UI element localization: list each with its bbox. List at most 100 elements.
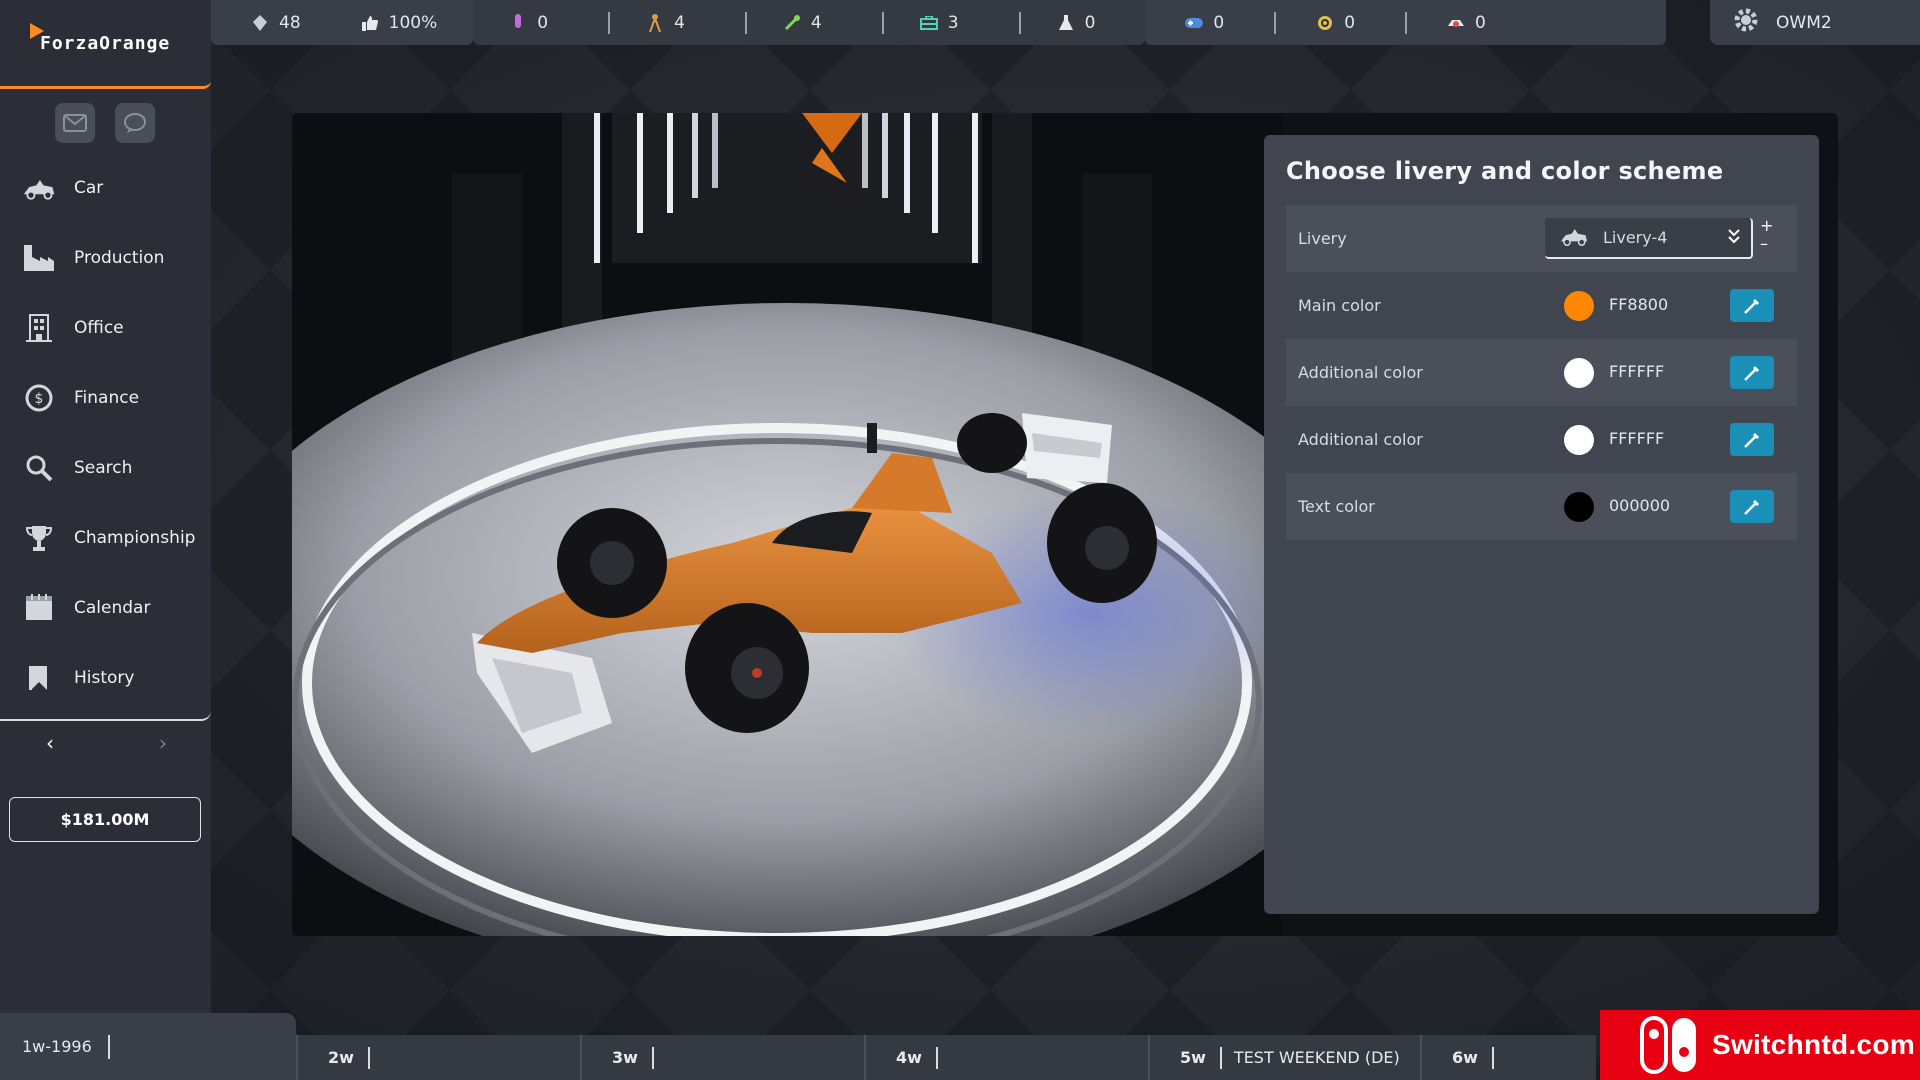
watermark: Switchntd.com [1600,1010,1920,1080]
stat-simulator[interactable]: 0 [1145,11,1277,34]
color-swatch[interactable] [1564,358,1594,388]
color-label: Additional color [1298,363,1423,382]
top-bar: 48 100% 0 4 4 3 0 0 0 0 OWM2 [211,0,1920,45]
trophy-icon [22,523,56,553]
timeline-week[interactable]: 3w [580,1035,864,1080]
sidebar-item-label: Championship [74,528,196,548]
gear-icon [1732,6,1760,39]
timeline-week[interactable]: 2w [296,1035,580,1080]
divider [1491,1046,1494,1069]
divider [367,1046,370,1069]
color-picker-button[interactable] [1730,289,1774,322]
color-swatch[interactable] [1564,291,1594,321]
timeline-week[interactable]: 6w [1420,1035,1596,1080]
week-label: 4w [896,1048,922,1067]
chat-button[interactable] [115,103,155,143]
showroom-scene [292,113,1282,936]
stat-group-reputation: 48 100% [211,0,474,45]
sidebar-item-office[interactable]: Office [0,293,211,363]
sidebar-item-history[interactable]: History [0,643,211,713]
livery-value: Livery-4 [1603,228,1668,247]
stat-value: 4 [674,12,685,33]
test-tube-icon [509,13,527,32]
stat-approval[interactable]: 100% [321,12,474,34]
building-icon [22,313,56,343]
sidebar-item-championship[interactable]: Championship [0,503,211,573]
watermark-text: Switchntd.com [1712,1029,1916,1060]
color-swatch[interactable] [1564,425,1594,455]
balance-display: $181.00M [9,797,201,842]
mail-button[interactable] [55,103,95,143]
envelope-icon [63,114,87,132]
chevron-left-icon[interactable]: ‹ [46,731,54,755]
dollar-coin-icon: $ [22,383,56,413]
diamond-icon [251,14,269,32]
timeline-week[interactable]: 5w TEST WEEKEND (DE) [1148,1035,1420,1080]
stat-value: 0 [537,12,549,33]
current-date[interactable]: 1w-1996 [0,1013,296,1080]
color-label: Text color [1298,497,1375,516]
stat-value: 4 [810,12,822,33]
color-row-additional-2: Additional color FFFFFF [1286,406,1797,473]
thumbs-up-icon [361,14,379,32]
stat-value: 100% [388,12,438,33]
timeline-week[interactable]: 4w [864,1035,1148,1080]
sidebar-item-label: History [74,668,135,688]
engineer-icon [646,13,664,32]
color-picker-button[interactable] [1730,490,1774,523]
stat-diamonds[interactable]: 48 [211,12,321,34]
stat-research[interactable]: 0 [473,11,611,34]
magnifier-icon [22,453,56,483]
stat-group-staff: 0 4 4 3 0 [473,0,1146,45]
sidebar-item-finance[interactable]: $ Finance [0,363,211,433]
week-label: 3w [612,1048,638,1067]
sidebar-item-car[interactable]: Car [0,153,211,223]
color-hex-value: FFFFFF [1609,429,1665,448]
flask-icon [1057,14,1075,32]
chevron-right-icon[interactable]: › [159,731,167,755]
divider [1219,1046,1222,1069]
current-week-label: 1w-1996 [22,1037,92,1056]
logo-text: ForzaOrange [29,22,170,54]
sidebar-item-search[interactable]: Search [0,433,211,503]
logo: ForzaOrange [0,0,211,89]
eyedropper-icon [1744,365,1759,381]
color-picker-button[interactable] [1730,356,1774,389]
chevron-down-icon [1727,227,1741,249]
stat-mechanics[interactable]: 4 [747,11,884,34]
sidebar-item-production[interactable]: Production [0,223,211,293]
bookmark-icon [22,663,56,693]
sidebar-item-label: Search [74,458,133,478]
livery-panel: Choose livery and color scheme Livery Li… [1264,135,1819,914]
stat-toolbox[interactable]: 3 [884,11,1021,34]
remove-livery-button[interactable]: – [1760,235,1773,253]
stat-value: 0 [1213,12,1225,33]
color-swatch[interactable] [1564,492,1594,522]
stat-parts[interactable]: 0 [1407,12,1666,34]
stat-lab[interactable]: 0 [1021,12,1146,34]
add-livery-button[interactable]: + [1760,217,1773,235]
chat-bubble-icon [124,113,146,133]
gamepad-icon [1185,14,1204,32]
factory-icon [22,243,56,273]
eyedropper-icon [1744,432,1759,448]
stat-engineers[interactable]: 4 [610,11,747,34]
color-row-text: Text color 000000 [1286,473,1797,540]
car-icon [1559,226,1589,250]
sidebar-item-label: Finance [74,388,140,408]
sidebar-item-label: Office [74,318,124,338]
sidebar-item-calendar[interactable]: Calendar [0,573,211,643]
sidebar: ForzaOrange Car Production Office $ Fina… [0,0,211,1080]
username: OWM2 [1776,12,1832,33]
color-label: Main color [1298,296,1381,315]
color-row-additional-1: Additional color FFFFFF [1286,339,1797,406]
livery-row: Livery Livery-4 + – [1286,205,1797,272]
stat-value: 0 [1084,12,1096,33]
week-label: 6w [1452,1048,1478,1067]
panel-title: Choose livery and color scheme [1286,157,1724,185]
color-picker-button[interactable] [1730,423,1774,456]
user-profile[interactable]: OWM2 [1710,0,1920,45]
stat-tires[interactable]: 0 [1276,11,1408,34]
livery-dropdown[interactable]: Livery-4 [1545,218,1753,259]
car-icon [22,173,56,203]
